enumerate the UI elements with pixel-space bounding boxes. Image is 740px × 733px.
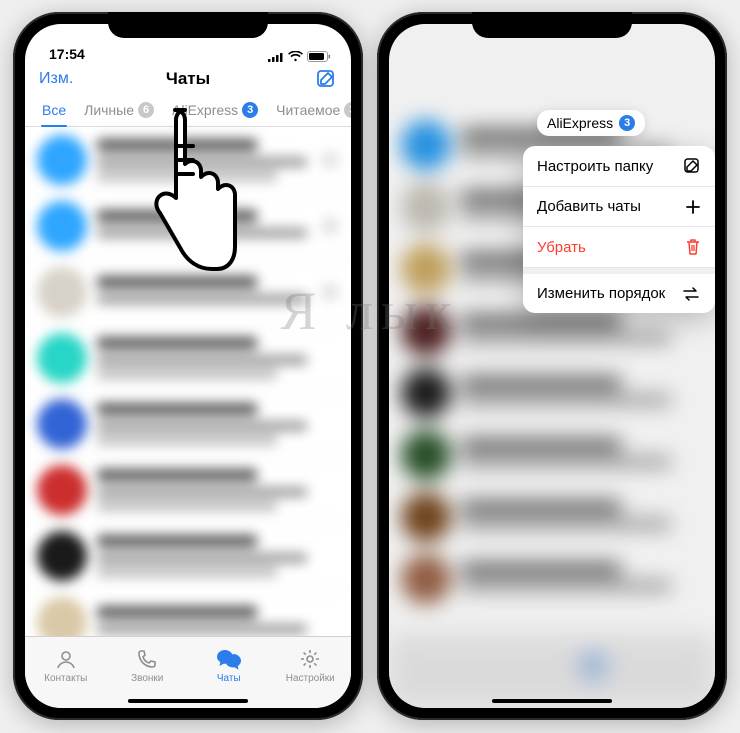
tab-calls[interactable]: Звонки: [107, 637, 189, 694]
avatar: [37, 333, 87, 383]
folder-chip[interactable]: AliExpress 3: [537, 110, 645, 136]
folder-aliexpress[interactable]: AliExpress 3: [163, 96, 267, 126]
chat-icon: [216, 647, 242, 671]
phone-left: 17:54 Изм. Чаты: [13, 12, 363, 720]
compose-icon: [681, 157, 701, 175]
menu-reorder[interactable]: Изменить порядок: [523, 268, 715, 313]
menu-label: Изменить порядок: [537, 285, 665, 302]
folder-label: AliExpress: [172, 102, 238, 118]
tab-bar: Контакты Звонки Чаты Настройки: [25, 636, 351, 708]
avatar: [37, 267, 87, 317]
chat-row[interactable]: [25, 259, 351, 325]
chat-list-blurred: [25, 127, 351, 708]
phone-icon: [136, 647, 158, 671]
folder-tabs: Все Личные 6 AliExpress 3 Читаемое 3: [25, 96, 351, 127]
status-time: 17:54: [49, 46, 85, 62]
wifi-icon: [288, 51, 303, 62]
avatar: [37, 135, 87, 185]
status-right: [268, 51, 331, 62]
chat-row[interactable]: [25, 457, 351, 523]
screen-right: AliExpress 3 Настроить папку Добавить ча…: [389, 24, 715, 708]
chat-row[interactable]: [25, 523, 351, 589]
avatar: [37, 399, 87, 449]
folder-badge: 3: [344, 102, 351, 118]
folder-label: Все: [42, 102, 66, 118]
notch: [472, 12, 632, 38]
plus-icon: [681, 199, 701, 215]
home-indicator: [492, 699, 612, 703]
menu-edit-folder[interactable]: Настроить папку: [523, 146, 715, 187]
nav-header: Изм. Чаты: [25, 64, 351, 96]
tab-settings[interactable]: Настройки: [270, 637, 352, 694]
screen-left: 17:54 Изм. Чаты: [25, 24, 351, 708]
menu-label: Добавить чаты: [537, 198, 641, 215]
folder-label: Читаемое: [276, 102, 340, 118]
menu-label: Убрать: [537, 239, 586, 256]
home-indicator: [128, 699, 248, 703]
phone-right: AliExpress 3 Настроить папку Добавить ча…: [377, 12, 727, 720]
tab-contacts[interactable]: Контакты: [25, 637, 107, 694]
notch: [108, 12, 268, 38]
menu-label: Настроить папку: [537, 158, 653, 175]
battery-icon: [307, 51, 331, 62]
avatar: [37, 531, 87, 581]
avatar: [37, 465, 87, 515]
context-menu: Настроить папку Добавить чаты Убрать Изм…: [523, 146, 715, 313]
person-icon: [55, 647, 77, 671]
chat-row[interactable]: [25, 391, 351, 457]
folder-label: Личные: [84, 102, 134, 118]
menu-add-chats[interactable]: Добавить чаты: [523, 187, 715, 227]
tab-label: Настройки: [286, 673, 335, 684]
page-title: Чаты: [87, 69, 289, 89]
trash-icon: [681, 238, 701, 256]
folder-badge: 3: [242, 102, 258, 118]
tab-label: Контакты: [44, 673, 87, 684]
reorder-icon: [681, 287, 701, 301]
folder-all[interactable]: Все: [33, 96, 75, 126]
tab-label: Чаты: [217, 673, 241, 684]
folder-chip-label: AliExpress: [547, 115, 613, 131]
folder-personal[interactable]: Личные 6: [75, 96, 163, 126]
chat-row[interactable]: [25, 325, 351, 391]
folder-chip-badge: 3: [619, 115, 635, 131]
avatar: [37, 201, 87, 251]
signal-icon: [268, 52, 284, 62]
folder-readable[interactable]: Читаемое 3: [267, 96, 351, 126]
compose-button[interactable]: [289, 68, 337, 90]
gear-icon: [299, 647, 321, 671]
chat-row[interactable]: [25, 127, 351, 193]
folder-badge: 6: [138, 102, 154, 118]
tab-chats[interactable]: Чаты: [188, 637, 270, 694]
chat-row[interactable]: [25, 193, 351, 259]
menu-remove[interactable]: Убрать: [523, 227, 715, 268]
tab-label: Звонки: [131, 673, 163, 684]
compose-icon: [315, 68, 337, 90]
edit-button[interactable]: Изм.: [39, 70, 73, 87]
